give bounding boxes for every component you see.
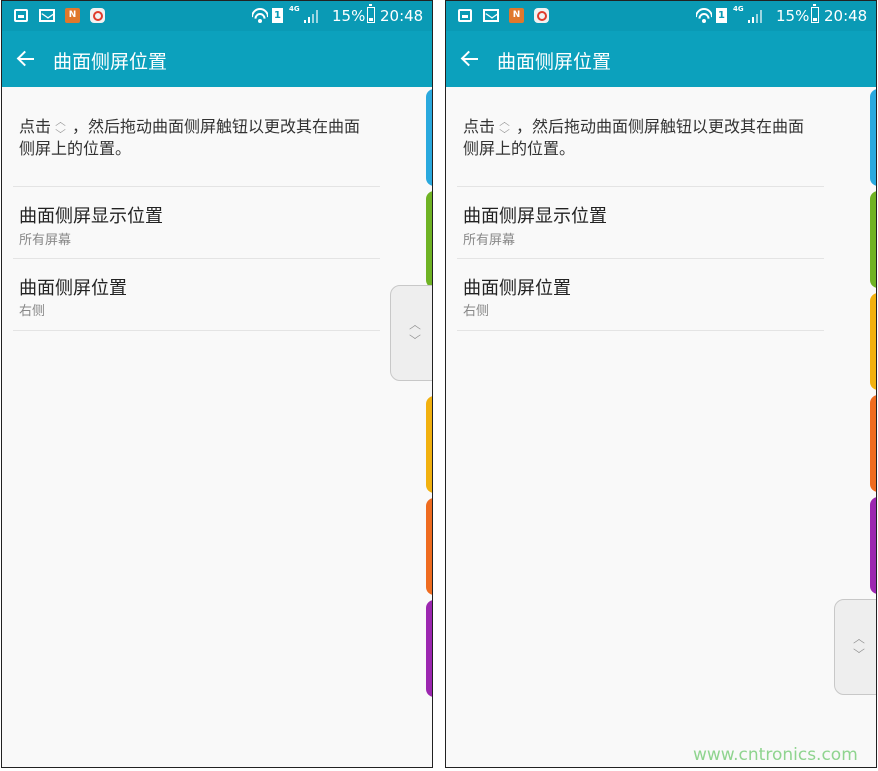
edge-panel-tab[interactable] [426, 396, 432, 493]
edge-panel-tab[interactable] [426, 191, 432, 288]
setting-title: 曲面侧屏位置 [463, 278, 571, 299]
edge-panel-tab[interactable] [870, 191, 876, 288]
drag-arrows-icon [853, 637, 865, 657]
network-type: 4G [289, 5, 300, 13]
clock: 20:48 [380, 7, 424, 25]
edge-position-setting[interactable]: 曲面侧屏位置 右侧 [446, 259, 826, 329]
weibo-notification-icon [534, 8, 549, 23]
edge-panel-tab[interactable] [870, 89, 876, 186]
edge-panel-tab[interactable] [426, 89, 432, 186]
setting-title: 曲面侧屏位置 [19, 278, 127, 299]
instruction-text-start: 点击 [463, 117, 496, 136]
phone-screen-left: N 1 4G 15% 20:48 曲面侧屏位置 点击 ，然后拖动曲面侧屏触钮以更改… [1, 0, 433, 768]
setting-value: 所有屏幕 [19, 233, 72, 248]
battery-icon [367, 4, 375, 23]
signal-icon [302, 9, 318, 23]
wifi-icon [696, 7, 712, 23]
page-title: 曲面侧屏位置 [497, 51, 612, 73]
status-bar: N 1 4G 15% 20:48 [446, 1, 876, 31]
settings-content: 点击 ，然后拖动曲面侧屏触钮以更改其在曲面侧屏上的位置。 曲面侧屏显示位置 所有屏… [2, 87, 432, 767]
edge-handle[interactable] [834, 599, 876, 695]
app-notification-icon: N [65, 8, 80, 23]
wifi-icon [252, 7, 268, 23]
divider [457, 330, 824, 331]
page-title: 曲面侧屏位置 [53, 51, 168, 73]
back-arrow-icon[interactable] [458, 45, 486, 73]
instruction-text: 点击 ，然后拖动曲面侧屏触钮以更改其在曲面侧屏上的位置。 [463, 116, 813, 160]
sim-icon: 1 [716, 8, 727, 23]
divider [13, 330, 380, 331]
mail-notification-icon [483, 9, 499, 22]
display-position-setting[interactable]: 曲面侧屏显示位置 所有屏幕 [2, 187, 382, 257]
battery-percent: 15% [776, 7, 810, 25]
edge-handle[interactable] [390, 285, 432, 381]
back-arrow-icon[interactable] [14, 45, 42, 73]
instruction-text-end: ，然后拖动曲面侧屏触钮以更改其在曲面侧屏上的位置。 [463, 117, 805, 158]
edge-panel-tab[interactable] [870, 293, 876, 390]
weibo-notification-icon [90, 8, 105, 23]
status-bar: N 1 4G 15% 20:48 [2, 1, 432, 31]
setting-value: 右侧 [463, 304, 490, 319]
watermark: www.cntronics.com [693, 745, 858, 765]
handle-arrows-icon [499, 117, 512, 137]
display-position-setting[interactable]: 曲面侧屏显示位置 所有屏幕 [446, 187, 826, 257]
app-bar: 曲面侧屏位置 [446, 31, 876, 87]
instruction-text-start: 点击 [19, 117, 52, 136]
battery-icon [811, 4, 819, 23]
edge-panel-tab[interactable] [426, 498, 432, 595]
network-type: 4G [733, 5, 744, 13]
edge-panel-tab[interactable] [426, 600, 432, 697]
battery-percent: 15% [332, 7, 366, 25]
instruction-text: 点击 ，然后拖动曲面侧屏触钮以更改其在曲面侧屏上的位置。 [19, 116, 369, 160]
phone-screen-right: N 1 4G 15% 20:48 曲面侧屏位置 点击 ，然后拖动曲面侧屏触钮以更改… [445, 0, 877, 768]
gallery-notification-icon [14, 9, 28, 22]
signal-icon [746, 9, 762, 23]
app-notification-icon: N [509, 8, 524, 23]
setting-title: 曲面侧屏显示位置 [19, 206, 163, 227]
app-bar: 曲面侧屏位置 [2, 31, 432, 87]
gallery-notification-icon [458, 9, 472, 22]
drag-arrows-icon [409, 323, 421, 343]
handle-arrows-icon [55, 117, 68, 137]
mail-notification-icon [39, 9, 55, 22]
instruction-text-end: ，然后拖动曲面侧屏触钮以更改其在曲面侧屏上的位置。 [19, 117, 361, 158]
setting-title: 曲面侧屏显示位置 [463, 206, 607, 227]
edge-position-setting[interactable]: 曲面侧屏位置 右侧 [2, 259, 382, 329]
sim-icon: 1 [272, 8, 283, 23]
edge-panel-tab[interactable] [870, 497, 876, 594]
setting-value: 所有屏幕 [463, 233, 516, 248]
setting-value: 右侧 [19, 304, 46, 319]
clock: 20:48 [824, 7, 868, 25]
settings-content: 点击 ，然后拖动曲面侧屏触钮以更改其在曲面侧屏上的位置。 曲面侧屏显示位置 所有屏… [446, 87, 876, 767]
edge-panel-tab[interactable] [870, 395, 876, 492]
